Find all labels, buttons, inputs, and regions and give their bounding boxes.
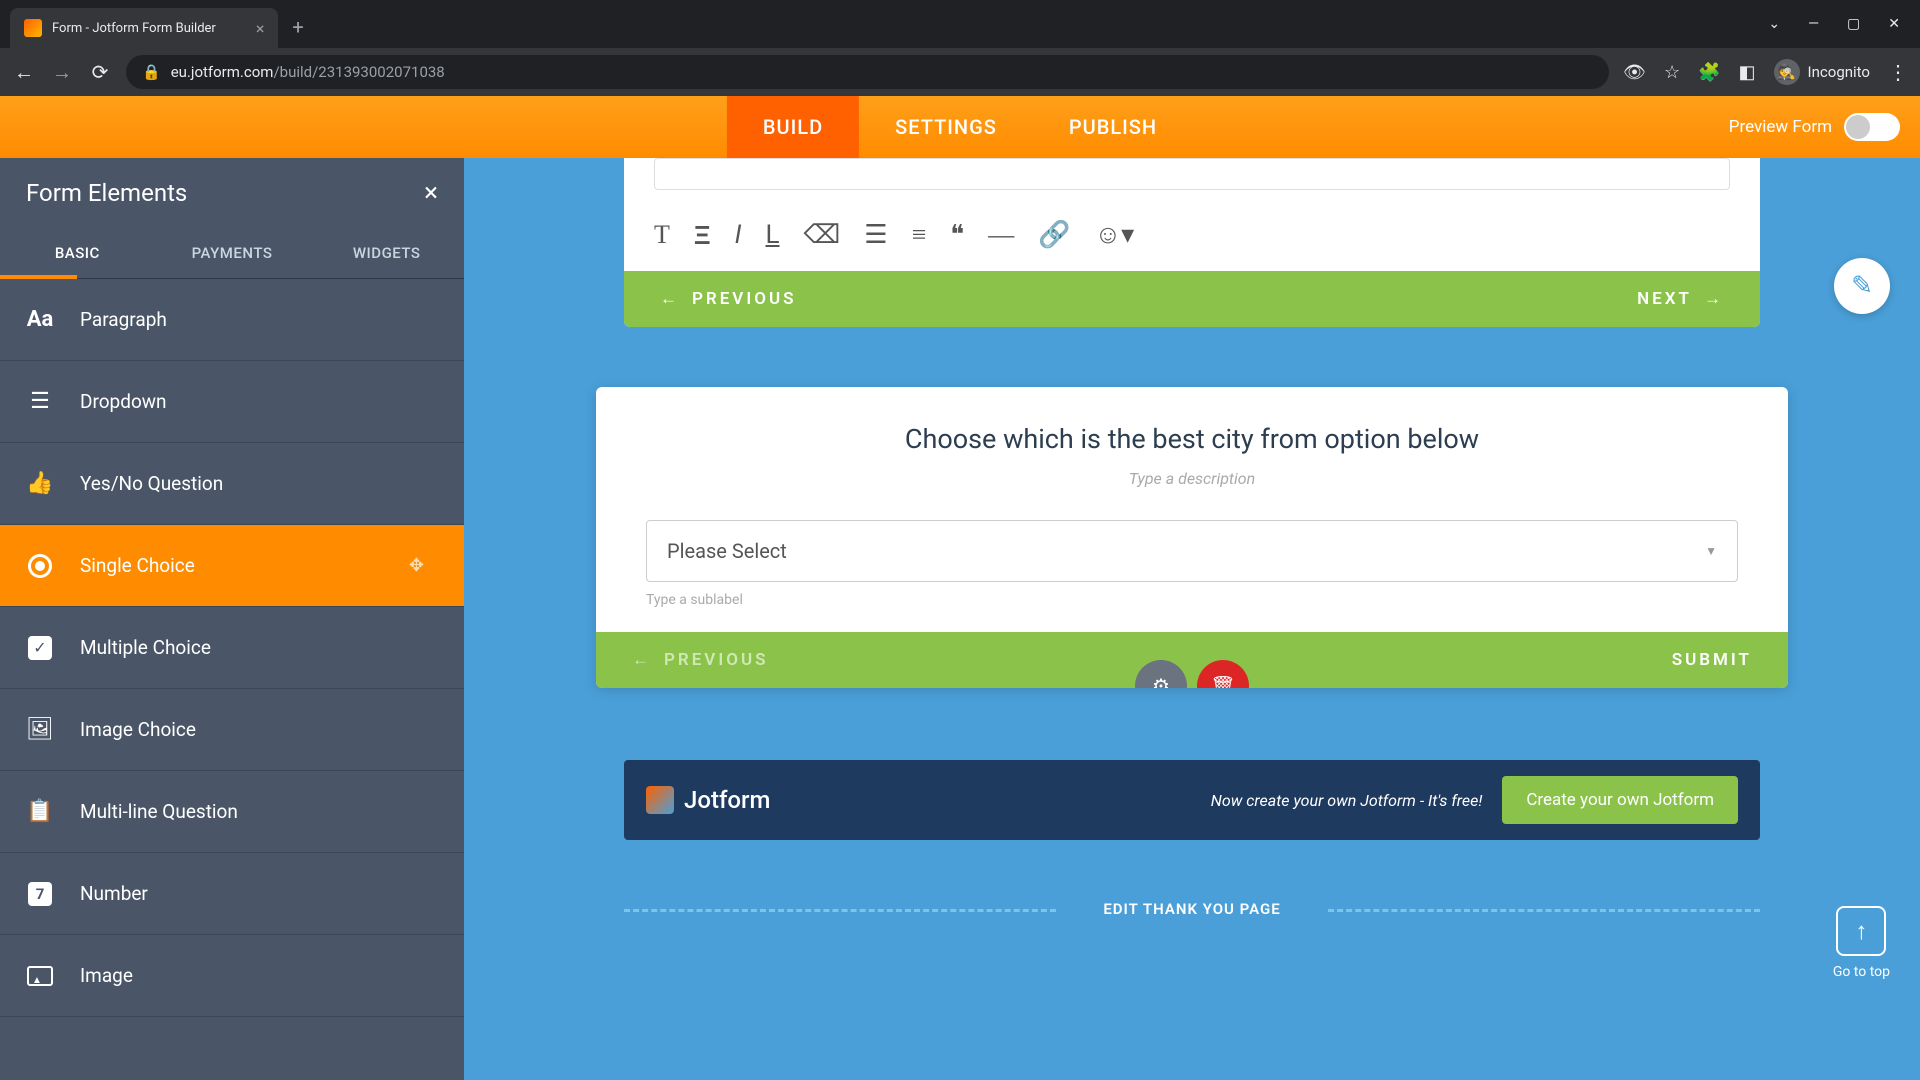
delete-button[interactable]: 🗑 xyxy=(1197,660,1249,688)
submit-button[interactable]: SUBMIT xyxy=(1672,650,1752,670)
form-card-previous: T Ξ I L ⌫ ☰ ≡ ❝ — 🔗 ☺▾ ←PREVIOUS NEXT→ xyxy=(624,158,1760,327)
element-number[interactable]: 7 Number xyxy=(0,853,464,935)
clear-format-icon[interactable]: ⌫ xyxy=(804,220,841,251)
text-input-preview[interactable] xyxy=(654,158,1730,190)
element-yesno[interactable]: 👍 Yes/No Question xyxy=(0,443,464,525)
drag-handle-icon[interactable]: ✥ xyxy=(409,555,424,576)
next-button[interactable]: NEXT→ xyxy=(1637,289,1724,309)
promo-banner: Jotform Now create your own Jotform - It… xyxy=(624,760,1760,840)
sidepanel-icon[interactable]: ◧ xyxy=(1739,62,1756,83)
sidebar-tab-basic[interactable]: BASIC xyxy=(0,228,155,278)
tab-build[interactable]: BUILD xyxy=(727,96,859,158)
element-dropdown[interactable]: ☰ Dropdown xyxy=(0,361,464,443)
new-tab-button[interactable]: + xyxy=(292,15,303,39)
element-multiple-choice[interactable]: ✓ Multiple Choice xyxy=(0,607,464,689)
maximize-icon[interactable]: ▢ xyxy=(1847,16,1860,32)
preview-label: Preview Form xyxy=(1729,117,1832,137)
sidebar-tab-payments[interactable]: PAYMENTS xyxy=(155,228,310,278)
chevron-down-icon: ▼ xyxy=(1705,544,1717,558)
element-paragraph[interactable]: Aa Paragraph xyxy=(0,279,464,361)
arrow-left-icon: ← xyxy=(660,289,680,309)
create-form-button[interactable]: Create your own Jotform xyxy=(1502,776,1738,824)
element-multiline[interactable]: 📋 Multi-line Question xyxy=(0,771,464,853)
font-size-icon[interactable]: T xyxy=(654,220,670,251)
bold-icon[interactable]: Ξ xyxy=(694,220,711,251)
close-tab-icon[interactable]: × xyxy=(256,19,265,38)
number-icon: 7 xyxy=(0,882,80,906)
address-bar[interactable]: 🔒 eu.jotform.com/build/231393002071038 xyxy=(126,55,1609,89)
text-icon: Aa xyxy=(0,307,80,332)
browser-tab-strip: Form - Jotform Form Builder × + ⌄ ― ▢ ✕ xyxy=(0,0,1920,48)
element-single-choice[interactable]: Single Choice ✥ xyxy=(0,525,464,607)
preview-toggle[interactable] xyxy=(1844,113,1900,141)
url-domain: eu.jotform.com xyxy=(171,63,274,81)
browser-tab[interactable]: Form - Jotform Form Builder × xyxy=(10,8,278,48)
arrow-up-icon: ↑ xyxy=(1855,917,1867,946)
go-to-top-button[interactable]: ↑ Go to top xyxy=(1833,906,1890,980)
italic-icon[interactable]: I xyxy=(735,220,742,251)
image-choice-icon: 🖼 xyxy=(0,717,80,742)
forward-button[interactable]: → xyxy=(50,60,74,85)
sidebar-title: Form Elements xyxy=(26,179,187,207)
extensions-icon[interactable]: 🧩 xyxy=(1698,62,1720,83)
chevron-down-icon[interactable]: ⌄ xyxy=(1768,16,1780,32)
underline-icon[interactable]: L xyxy=(765,220,779,251)
sidebar-tab-widgets[interactable]: WIDGETS xyxy=(309,228,464,278)
numbered-list-icon[interactable]: ≡ xyxy=(912,220,927,251)
menu-button[interactable]: ⋮ xyxy=(1888,60,1908,84)
bullet-list-icon[interactable]: ☰ xyxy=(864,220,887,251)
edit-thank-you-link[interactable]: EDIT THANK YOU PAGE xyxy=(624,900,1760,918)
browser-toolbar: ← → ⟳ 🔒 eu.jotform.com/build/23139300207… xyxy=(0,48,1920,96)
reload-button[interactable]: ⟳ xyxy=(88,60,112,84)
banner-text: Now create your own Jotform - It's free! xyxy=(1211,791,1483,810)
tab-publish[interactable]: PUBLISH xyxy=(1033,96,1193,158)
thumbs-icon: 👍 xyxy=(0,471,80,496)
rich-text-toolbar: T Ξ I L ⌫ ☰ ≡ ❝ — 🔗 ☺▾ xyxy=(624,208,1760,271)
radio-icon xyxy=(0,554,80,578)
element-image[interactable]: Image xyxy=(0,935,464,1017)
star-icon[interactable]: ☆ xyxy=(1664,62,1680,83)
form-card-selected[interactable]: Choose which is the best city from optio… xyxy=(596,387,1788,688)
minimize-icon[interactable]: ― xyxy=(1808,16,1819,32)
sidebar: Form Elements × BASIC PAYMENTS WIDGETS A… xyxy=(0,158,464,1080)
help-button[interactable]: ✎ xyxy=(1834,258,1890,314)
arrow-left-icon: ← xyxy=(632,650,652,670)
window-controls: ⌄ ― ▢ ✕ xyxy=(1768,16,1920,32)
canvas: T Ξ I L ⌫ ☰ ≡ ❝ — 🔗 ☺▾ ←PREVIOUS NEXT→ C… xyxy=(464,158,1920,1080)
arrow-right-icon: → xyxy=(1704,289,1724,309)
tab-settings[interactable]: SETTINGS xyxy=(859,96,1033,158)
dropdown-icon: ☰ xyxy=(0,389,80,414)
dropdown-placeholder: Please Select xyxy=(667,539,787,563)
favicon-icon xyxy=(24,19,42,37)
dropdown-field[interactable]: Please Select ▼ xyxy=(646,520,1738,582)
lock-icon: 🔒 xyxy=(142,63,161,81)
image-icon xyxy=(0,966,80,986)
question-description[interactable]: Type a description xyxy=(646,469,1738,488)
emoji-icon[interactable]: ☺▾ xyxy=(1095,220,1135,251)
element-image-choice[interactable]: 🖼 Image Choice xyxy=(0,689,464,771)
hr-icon[interactable]: — xyxy=(988,220,1014,251)
eye-off-icon[interactable]: 👁 xyxy=(1623,62,1646,83)
url-path: /build/231393002071038 xyxy=(273,63,444,81)
previous-button[interactable]: ←PREVIOUS xyxy=(660,289,796,309)
tab-title: Form - Jotform Form Builder xyxy=(52,21,216,36)
link-icon[interactable]: 🔗 xyxy=(1038,220,1070,251)
previous-button[interactable]: ←PREVIOUS xyxy=(632,650,768,670)
incognito-icon: 🕵 xyxy=(1774,59,1800,85)
app-header: BUILD SETTINGS PUBLISH Preview Form xyxy=(0,96,1920,158)
incognito-badge: 🕵 Incognito xyxy=(1774,59,1870,85)
sublabel[interactable]: Type a sublabel xyxy=(646,592,1738,608)
clipboard-icon: 📋 xyxy=(0,799,80,824)
quote-icon[interactable]: ❝ xyxy=(950,220,964,251)
settings-button[interactable]: ⚙ xyxy=(1135,660,1187,688)
close-window-icon[interactable]: ✕ xyxy=(1888,16,1900,32)
back-button[interactable]: ← xyxy=(12,60,36,85)
jotform-logo-text: Jotform xyxy=(684,786,770,814)
close-sidebar-button[interactable]: × xyxy=(424,178,438,208)
checkbox-icon: ✓ xyxy=(0,636,80,660)
question-title[interactable]: Choose which is the best city from optio… xyxy=(646,423,1738,455)
jotform-logo-icon xyxy=(646,786,674,814)
